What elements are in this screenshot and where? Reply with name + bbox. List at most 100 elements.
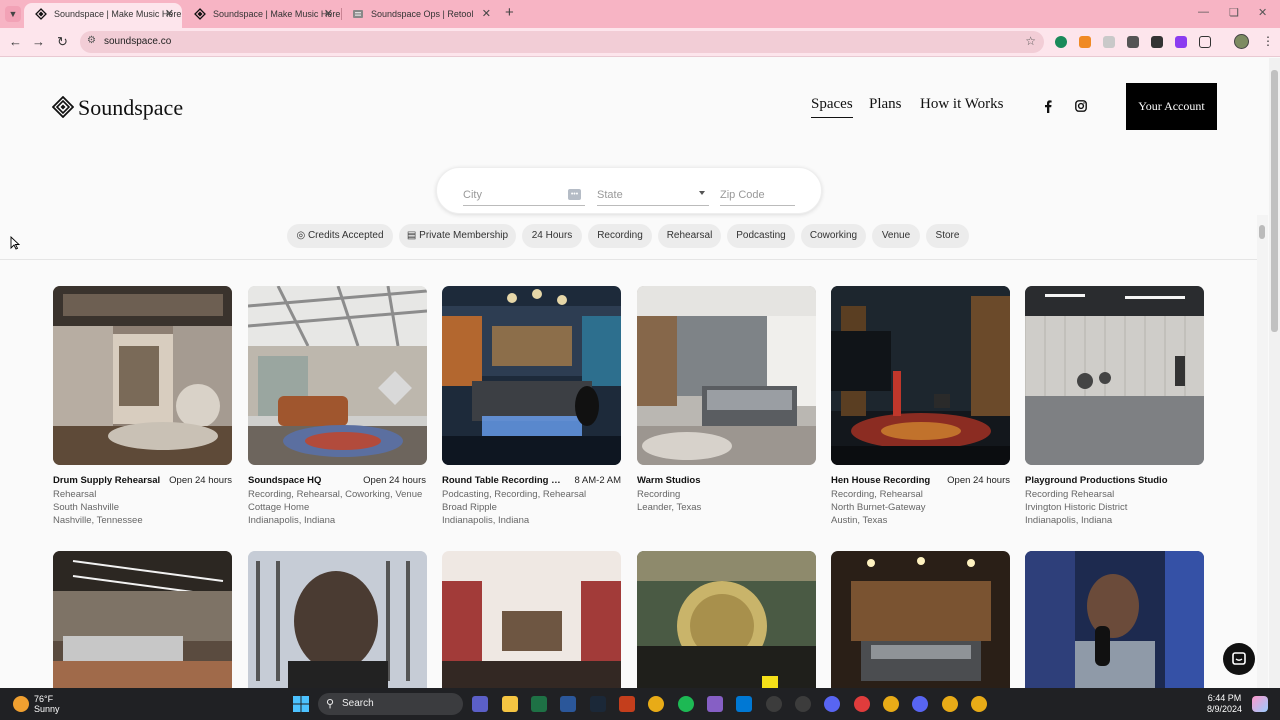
- visual-studio-icon[interactable]: [707, 696, 723, 712]
- extension-bolt-icon[interactable]: [1175, 36, 1187, 48]
- forward-icon[interactable]: →: [32, 34, 45, 50]
- weather-sun-icon[interactable]: [13, 696, 29, 712]
- listing-city: Indianapolis, Indiana: [442, 515, 530, 526]
- chrome-profile-icon[interactable]: [971, 696, 987, 712]
- listing-photo[interactable]: [442, 551, 621, 688]
- listing-neighborhood: Leander, Texas: [637, 502, 702, 513]
- your-account-button[interactable]: Your Account: [1126, 83, 1217, 130]
- browser-tab-1[interactable]: Soundspace | Make Music Here ✕: [24, 3, 182, 28]
- chrome-icon[interactable]: [648, 696, 664, 712]
- extension-black-icon[interactable]: [1151, 36, 1163, 48]
- tab-search-chevron-icon[interactable]: ▼: [5, 6, 21, 22]
- address-bar[interactable]: ⚙ soundspace.co ☆: [80, 31, 1044, 53]
- new-tab-icon[interactable]: +: [505, 4, 514, 21]
- profile-avatar[interactable]: [1234, 34, 1249, 49]
- filter-private-membership[interactable]: ▤ Private Membership: [399, 224, 516, 248]
- spotify-icon[interactable]: [678, 696, 694, 712]
- bookmark-star-icon[interactable]: ☆: [1025, 34, 1036, 48]
- close-tab-icon[interactable]: ✕: [482, 3, 491, 25]
- filter-rehearsal[interactable]: Rehearsal: [658, 224, 721, 248]
- chat-launcher-button[interactable]: [1223, 643, 1255, 675]
- listing-photo[interactable]: [1025, 551, 1204, 688]
- teams-icon[interactable]: [472, 696, 488, 712]
- filter-podcasting[interactable]: Podcasting: [727, 224, 795, 248]
- listing-title[interactable]: Playground Productions Studio: [1025, 475, 1204, 486]
- steam-icon[interactable]: [590, 696, 606, 712]
- listing-title[interactable]: Round Table Recording Co...: [442, 475, 566, 486]
- nav-how-it-works[interactable]: How it Works: [920, 96, 1004, 113]
- extension-orange-icon[interactable]: [1079, 36, 1091, 48]
- extension-grey-icon[interactable]: [1103, 36, 1115, 48]
- scrollbar-thumb[interactable]: [1259, 225, 1265, 239]
- page-scrollbar[interactable]: [1269, 58, 1280, 688]
- listing-photo[interactable]: [831, 551, 1010, 688]
- app-icon[interactable]: [854, 696, 870, 712]
- back-icon[interactable]: ←: [9, 34, 22, 50]
- weather-condition: Sunny: [34, 704, 60, 714]
- listing-types: Rehearsal: [53, 489, 97, 500]
- listing-photo[interactable]: [53, 551, 232, 688]
- site-info-icon[interactable]: ⚙: [87, 35, 96, 46]
- listings-scrollbar[interactable]: [1257, 215, 1268, 688]
- app-icon[interactable]: [824, 696, 840, 712]
- word-icon[interactable]: [560, 696, 576, 712]
- listing-city: Indianapolis, Indiana: [1025, 515, 1113, 526]
- close-tab-icon[interactable]: ✕: [165, 3, 174, 25]
- excel-icon[interactable]: [531, 696, 547, 712]
- listing-photo[interactable]: [637, 286, 816, 465]
- listing-photo[interactable]: [637, 551, 816, 688]
- powerpoint-icon[interactable]: [619, 696, 635, 712]
- app-icon[interactable]: [766, 696, 782, 712]
- close-tab-icon[interactable]: ✕: [324, 3, 333, 25]
- close-window-icon[interactable]: ✕: [1258, 6, 1267, 19]
- system-clock[interactable]: 6:44 PM 8/9/2024: [1207, 693, 1242, 715]
- filter-credits-accepted[interactable]: ◎ Credits Accepted: [287, 224, 393, 248]
- city-field[interactable]: City •••: [463, 180, 585, 206]
- discord-icon[interactable]: [912, 696, 928, 712]
- filter-store[interactable]: Store: [926, 224, 969, 248]
- chrome-profile-icon[interactable]: [942, 696, 958, 712]
- reload-icon[interactable]: ↻: [57, 34, 68, 50]
- nav-plans[interactable]: Plans: [869, 96, 902, 113]
- listing-photo[interactable]: [53, 286, 232, 465]
- minimize-icon[interactable]: —: [1198, 6, 1209, 18]
- state-select[interactable]: State: [597, 180, 709, 206]
- listing-title[interactable]: Soundspace HQ: [248, 475, 358, 486]
- listing-photo[interactable]: [831, 286, 1010, 465]
- copilot-icon[interactable]: [1252, 696, 1268, 712]
- listing-photo[interactable]: [248, 286, 427, 465]
- weather-widget[interactable]: 76°F Sunny: [34, 694, 60, 714]
- zip-placeholder: Zip Code: [720, 189, 765, 201]
- instagram-icon[interactable]: [1075, 100, 1087, 112]
- listing-photo[interactable]: [248, 551, 427, 688]
- listing-title[interactable]: Warm Studios: [637, 475, 757, 486]
- windows-start-icon[interactable]: [293, 696, 309, 712]
- nav-spaces[interactable]: Spaces: [811, 96, 853, 118]
- chrome-profile-icon[interactable]: [883, 696, 899, 712]
- filter-recording[interactable]: Recording: [588, 224, 652, 248]
- vscode-icon[interactable]: [736, 696, 752, 712]
- filter-venue[interactable]: Venue: [872, 224, 920, 248]
- grammarly-extension-icon[interactable]: [1055, 36, 1067, 48]
- zip-code-field[interactable]: Zip Code: [720, 180, 795, 206]
- autofill-icon[interactable]: •••: [568, 189, 581, 200]
- section-divider: [0, 259, 1258, 260]
- taskbar-search[interactable]: ⚲ Search: [318, 693, 463, 715]
- file-explorer-icon[interactable]: [502, 696, 518, 712]
- extensions-puzzle-icon[interactable]: [1199, 36, 1211, 48]
- extension-dark-icon[interactable]: [1127, 36, 1139, 48]
- listing-photo[interactable]: [1025, 286, 1204, 465]
- app-icon[interactable]: [795, 696, 811, 712]
- scrollbar-thumb[interactable]: [1271, 70, 1278, 332]
- listing-types: Recording Rehearsal: [1025, 489, 1115, 500]
- listing-photo[interactable]: [442, 286, 621, 465]
- facebook-icon[interactable]: [1044, 100, 1052, 113]
- filter-24-hours[interactable]: 24 Hours: [522, 224, 582, 248]
- browser-tab-3[interactable]: Soundspace Ops | Retool ✕: [341, 3, 499, 28]
- maximize-icon[interactable]: ❏: [1229, 6, 1239, 19]
- filter-coworking[interactable]: Coworking: [801, 224, 866, 248]
- listing-title[interactable]: Hen House Recording: [831, 475, 941, 486]
- listing-title[interactable]: Drum Supply Rehearsal: [53, 475, 163, 486]
- browser-tab-2[interactable]: Soundspace | Make Music Here ✕: [183, 3, 341, 28]
- browser-menu-icon[interactable]: ⋮: [1262, 34, 1274, 48]
